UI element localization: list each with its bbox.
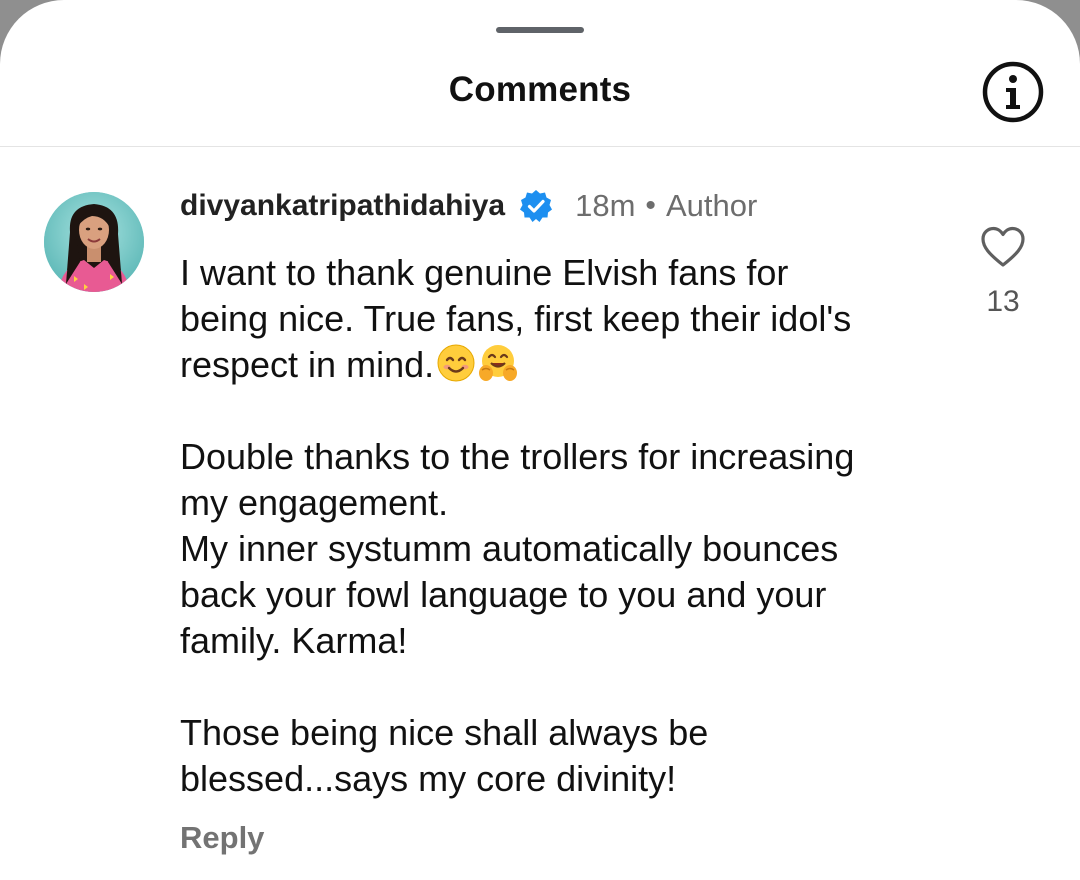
smiling-face-icon xyxy=(436,343,476,383)
like-count: 13 xyxy=(986,285,1020,318)
reply-button[interactable]: Reply xyxy=(180,820,264,856)
comment-line: blessed...says my core divinity! xyxy=(180,758,677,799)
comments-sheet: Comments divyankatripathidahiya 18m • Au… xyxy=(0,0,1080,880)
comment-line: respect in mind. xyxy=(180,342,940,388)
avatar[interactable] xyxy=(44,192,144,292)
comment-time: 18m xyxy=(575,188,636,223)
comment-line: Those being nice shall always be xyxy=(180,712,709,753)
comment-meta: divyankatripathidahiya 18m • Author xyxy=(180,186,757,226)
verified-badge-icon xyxy=(519,189,553,223)
comment-line: family. Karma! xyxy=(180,620,408,661)
comment-line: being nice. True fans, first keep their … xyxy=(180,298,852,339)
meta-separator: • xyxy=(645,189,656,222)
comment-line: My inner systumm automatically bounces xyxy=(180,528,839,569)
heart-icon[interactable] xyxy=(980,226,1026,268)
comment-line: back your fowl language to you and your xyxy=(180,574,827,615)
author-badge: Author xyxy=(665,188,758,223)
header-divider xyxy=(0,146,1080,147)
comment-line: I want to thank genuine Elvish fans for xyxy=(180,252,789,293)
comment-line: my engagement. xyxy=(180,482,449,523)
comment-line-text: respect in mind. xyxy=(180,344,435,385)
page-title: Comments xyxy=(448,70,632,109)
drag-handle[interactable] xyxy=(496,27,584,33)
username[interactable]: divyankatripathidahiya xyxy=(180,189,505,223)
hugging-face-icon xyxy=(478,343,518,383)
comment-line: Double thanks to the trollers for increa… xyxy=(180,436,855,477)
comment-text: I want to thank genuine Elvish fans for … xyxy=(180,250,940,802)
info-icon[interactable] xyxy=(981,60,1045,124)
